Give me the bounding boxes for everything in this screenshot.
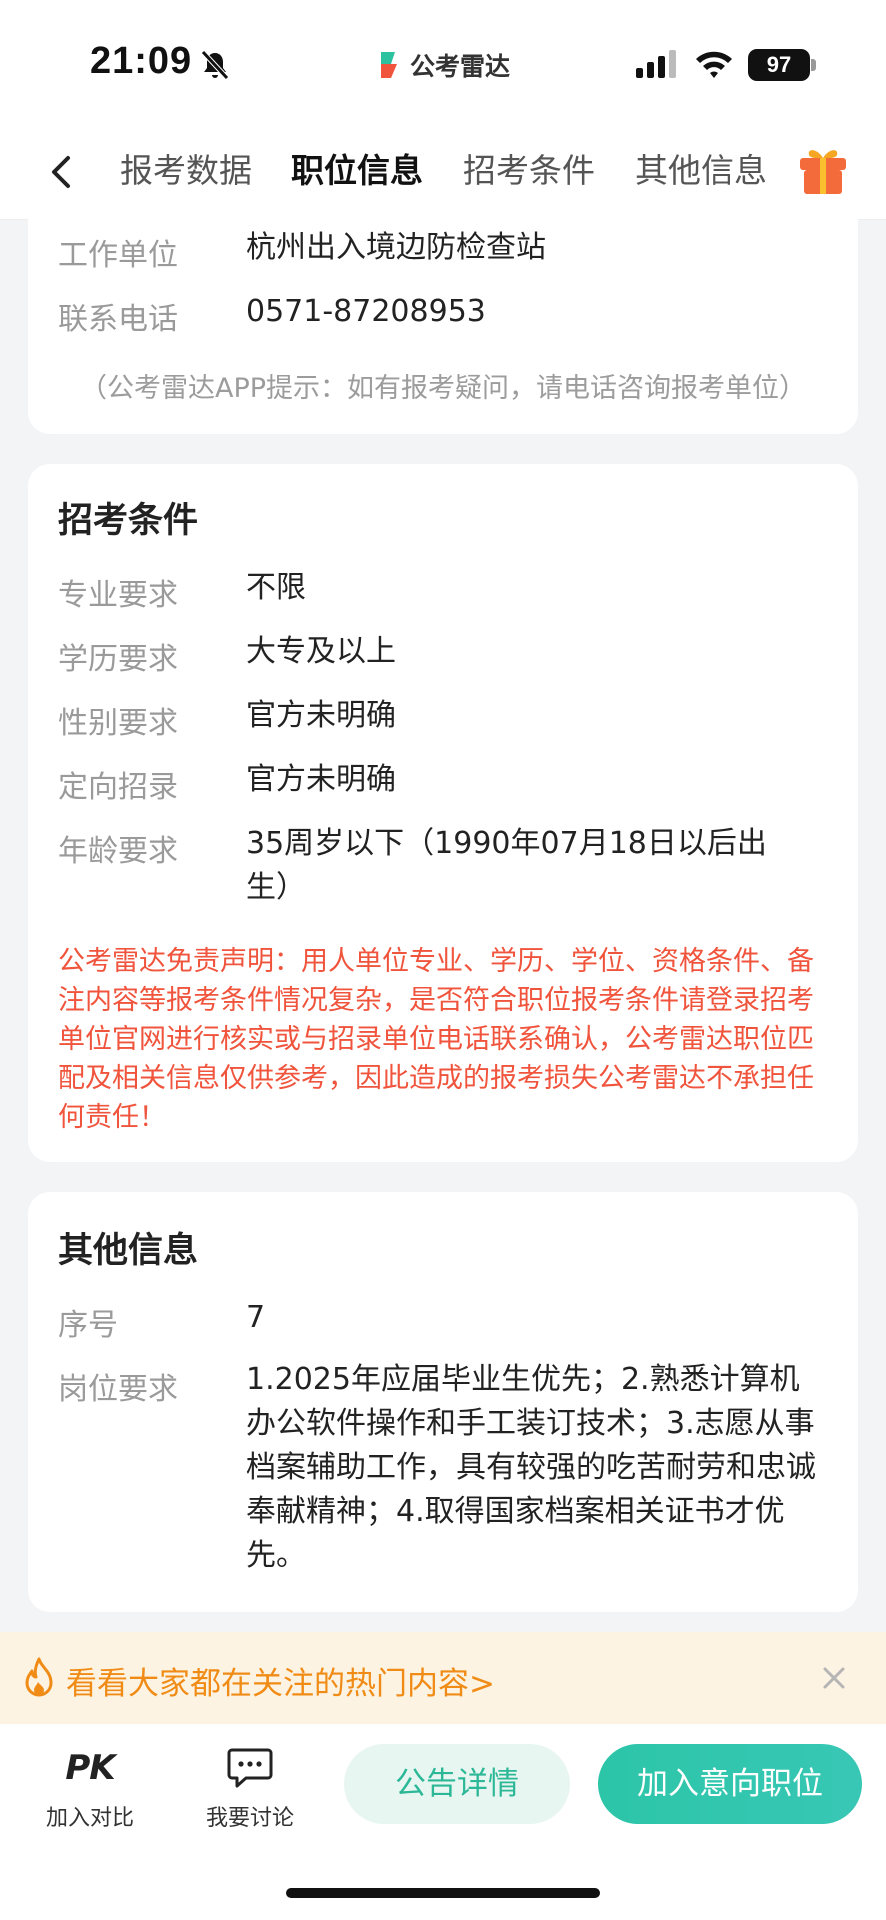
status-bar: 21:09 公考雷达 97 — [0, 0, 886, 120]
tab-position-info[interactable]: 职位信息 — [291, 146, 423, 196]
hot-content-banner[interactable]: 看看大家都在关注的热门内容> — [0, 1632, 886, 1724]
fire-icon — [25, 1657, 53, 1697]
row-label-gender: 性别要求 — [58, 706, 178, 741]
app-logo-icon — [381, 52, 397, 78]
row-label-phone: 联系电话 — [58, 302, 178, 337]
disclaimer-text: 公考雷达免责声明：用人单位专业、学历、学位、资格条件、备注内容等报考条件情况复杂… — [58, 946, 814, 1133]
battery-tip — [811, 59, 816, 71]
conditions-card: 招考条件 专业要求 不限 学历要求 大专及以上 性别要求 官方未明确 定向招录 … — [28, 464, 858, 1162]
row-label-job-requirements: 岗位要求 — [58, 1372, 178, 1407]
home-indicator — [286, 1888, 600, 1898]
tab-other-info[interactable]: 其他信息 — [635, 146, 767, 196]
mute-icon — [201, 50, 229, 80]
announcement-detail-button[interactable]: 公告详情 — [344, 1744, 570, 1824]
pk-icon: PK — [65, 1748, 115, 1788]
compare-label: 加入对比 — [45, 1806, 134, 1831]
row-value-job-requirements: 1.2025年应届毕业生优先；2.熟悉计算机办公软件操作和手工装订技术；3.志愿… — [246, 1362, 816, 1573]
row-value-age: 35周岁以下（1990年07月18日以后出生） — [246, 826, 767, 905]
row-value-education: 大专及以上 — [246, 634, 396, 669]
hot-content-link[interactable]: 看看大家都在关注的热门内容> — [66, 1658, 495, 1703]
conditions-title: 招考条件 — [58, 501, 199, 541]
contact-card: 工作单位 杭州出入境边防检查站 联系电话 0571-87208953 （公考雷达… — [28, 200, 858, 434]
wifi-icon — [696, 51, 732, 78]
add-intended-position-button[interactable]: 加入意向职位 — [598, 1744, 862, 1824]
contact-tip: （公考雷达APP提示：如有报考疑问，请电话咨询报考单位） — [79, 373, 807, 404]
row-label-major: 专业要求 — [58, 578, 178, 613]
discuss-label: 我要讨论 — [205, 1806, 294, 1831]
row-value-targeted: 官方未明确 — [246, 762, 396, 797]
other-info-card: 其他信息 序号 7 岗位要求 1.2025年应届毕业生优先；2.熟悉计算机办公软… — [28, 1192, 858, 1612]
row-label-targeted: 定向招录 — [58, 770, 178, 805]
close-icon[interactable] — [820, 1664, 848, 1692]
chat-icon — [227, 1748, 273, 1788]
tab-report-data[interactable]: 报考数据 — [120, 146, 252, 196]
row-label-age: 年龄要求 — [58, 834, 178, 869]
app-logo: 公考雷达 — [378, 47, 510, 83]
row-value-work-unit: 杭州出入境边防检查站 — [246, 230, 546, 265]
battery-indicator: 97 — [748, 49, 810, 81]
gift-icon[interactable] — [796, 142, 850, 198]
other-info-title: 其他信息 — [58, 1231, 199, 1271]
discuss-button[interactable]: 我要讨论 — [190, 1746, 310, 1832]
row-label-work-unit: 工作单位 — [58, 238, 178, 273]
row-value-major: 不限 — [246, 570, 306, 605]
row-label-education: 学历要求 — [58, 642, 178, 677]
row-label-serial: 序号 — [58, 1308, 118, 1343]
back-arrow-icon[interactable] — [40, 150, 84, 194]
row-value-phone[interactable]: 0571-87208953 — [246, 290, 846, 334]
tab-conditions[interactable]: 招考条件 — [463, 146, 595, 196]
row-value-serial: 7 — [246, 1300, 266, 1335]
signal-icon — [636, 50, 676, 78]
status-time: 21:09 — [90, 40, 193, 82]
compare-button[interactable]: PK 加入对比 — [30, 1746, 150, 1832]
row-value-gender: 官方未明确 — [246, 698, 396, 733]
app-logo-text: 公考雷达 — [410, 52, 511, 81]
